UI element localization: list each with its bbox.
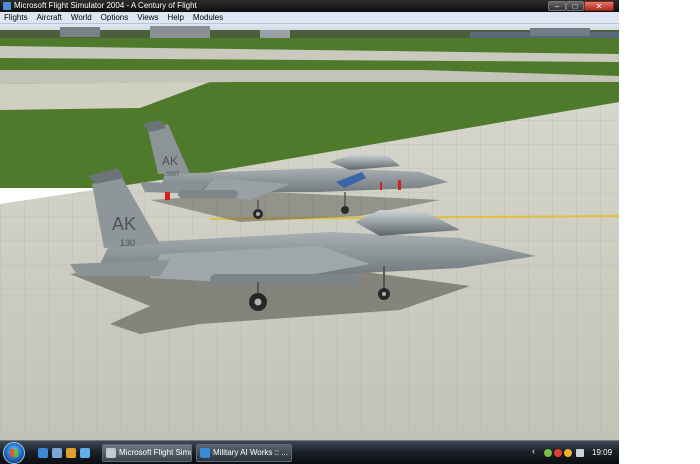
app-icon[interactable] xyxy=(3,2,11,10)
show-desktop-icon[interactable] xyxy=(52,448,62,458)
menu-options[interactable]: Options xyxy=(97,12,134,23)
menu-help[interactable]: Help xyxy=(163,12,188,23)
maximize-button[interactable]: □ xyxy=(566,1,584,11)
menu-flights[interactable]: Flights xyxy=(0,12,33,23)
app-window: Microsoft Flight Simulator 2004 - A Cent… xyxy=(0,0,619,464)
tail-code-front: AK xyxy=(112,214,136,234)
menu-world[interactable]: World xyxy=(67,12,97,23)
task-label: Military AI Works :: ... xyxy=(213,448,288,457)
taskbar: Microsoft Flight Simu... Military AI Wor… xyxy=(0,440,619,464)
system-tray: ‹ 19:09 xyxy=(530,444,618,462)
tray-expand-icon[interactable]: ‹ xyxy=(532,446,535,456)
menu-views[interactable]: Views xyxy=(133,12,163,23)
taskbar-button-browser[interactable]: Military AI Works :: ... xyxy=(196,444,292,462)
menu-bar: Flights Aircraft World Options Views Hel… xyxy=(0,12,619,24)
tail-code-rear: AK xyxy=(162,154,178,168)
menu-modules[interactable]: Modules xyxy=(189,12,228,23)
update-icon[interactable] xyxy=(564,449,572,457)
volume-icon[interactable] xyxy=(576,449,584,457)
taskbar-button-flight-simulator[interactable]: Microsoft Flight Simu... xyxy=(102,444,192,462)
tail-number-front: 130 xyxy=(120,238,135,248)
title-bar[interactable]: Microsoft Flight Simulator 2004 - A Cent… xyxy=(0,0,619,12)
airplane-icon xyxy=(106,448,116,458)
media-player-icon[interactable] xyxy=(66,448,76,458)
close-button[interactable]: ✕ xyxy=(584,1,614,11)
ie-quicklaunch-icon[interactable] xyxy=(38,448,48,458)
antivirus-icon[interactable] xyxy=(554,449,562,457)
menu-aircraft[interactable]: Aircraft xyxy=(33,12,67,23)
start-button[interactable] xyxy=(3,442,25,464)
network-icon[interactable] xyxy=(544,449,552,457)
task-label: Microsoft Flight Simu... xyxy=(119,448,191,457)
windows-logo-icon xyxy=(10,449,18,457)
tail-number-rear: 5007 xyxy=(166,172,180,178)
clock[interactable]: 19:09 xyxy=(592,445,612,461)
window-title: Microsoft Flight Simulator 2004 - A Cent… xyxy=(14,1,197,10)
minimize-button[interactable]: – xyxy=(548,1,566,11)
ie-icon xyxy=(200,448,210,458)
simulator-viewport[interactable]: AK 5007 AK 130 xyxy=(0,24,619,440)
switch-windows-icon[interactable] xyxy=(80,448,90,458)
